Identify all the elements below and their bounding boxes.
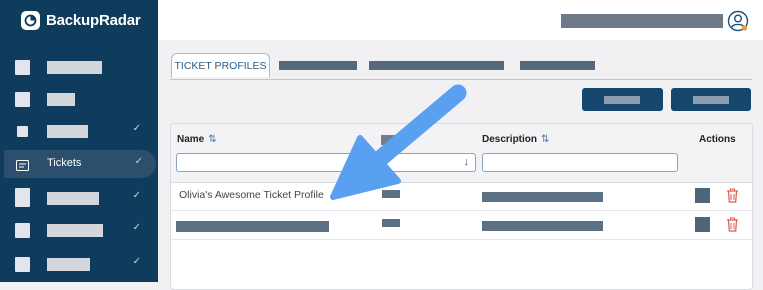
nav-icon xyxy=(15,257,30,272)
type-filter-select[interactable]: ↓ xyxy=(380,153,476,172)
nav-icon xyxy=(15,60,30,75)
edit-icon[interactable] xyxy=(695,188,710,203)
redacted-label xyxy=(47,125,88,138)
tab-redacted-2[interactable] xyxy=(369,61,504,70)
column-header-description[interactable]: Description ⇅ xyxy=(482,134,549,145)
sort-icon[interactable]: ⇅ xyxy=(208,134,216,145)
sidebar-item-label: Tickets xyxy=(47,157,82,169)
redacted-label xyxy=(47,224,103,237)
chevron-down-icon: ✓ xyxy=(132,123,141,134)
chevron-down-icon: ✓ xyxy=(134,156,143,167)
tab-redacted-1[interactable] xyxy=(279,61,357,70)
redacted-label xyxy=(47,61,102,74)
redacted-description xyxy=(482,221,603,231)
user-icon[interactable] xyxy=(727,10,749,37)
main-content: TICKET PROFILES Name ⇅ Description ⇅ Actio… xyxy=(158,40,763,290)
tab-bar: TICKET PROFILES xyxy=(170,53,752,80)
nav-icon xyxy=(15,188,30,207)
sidebar-item-2[interactable] xyxy=(0,85,158,113)
redacted-name xyxy=(176,221,329,232)
column-header-name[interactable]: Name ⇅ xyxy=(177,134,217,145)
trash-icon[interactable] xyxy=(726,217,739,237)
sidebar-item-tickets[interactable]: Tickets ✓ xyxy=(4,150,156,178)
sidebar-item-1[interactable] xyxy=(0,53,158,81)
top-bar xyxy=(158,0,763,40)
column-header-actions: Actions xyxy=(699,134,736,145)
brand-name: BackupRadar xyxy=(46,12,141,29)
sidebar-item-5[interactable]: ✓ xyxy=(0,184,158,212)
ticket-icon xyxy=(16,158,29,176)
redacted-type xyxy=(382,219,400,227)
redacted-label xyxy=(47,258,90,271)
table-row[interactable]: Olivia's Awesome Ticket Profile xyxy=(171,182,752,211)
sidebar-item-7[interactable]: ✓ xyxy=(0,250,158,278)
redacted-type xyxy=(382,190,400,198)
redacted-label xyxy=(47,192,99,205)
nav-icon xyxy=(15,223,30,238)
brand[interactable]: BackupRadar xyxy=(21,11,141,30)
action-button-1[interactable] xyxy=(582,88,663,111)
column-header-redacted[interactable] xyxy=(381,135,395,145)
profile-name[interactable]: Olivia's Awesome Ticket Profile xyxy=(179,189,324,201)
radar-logo-icon xyxy=(21,11,40,30)
sort-icon[interactable]: ⇅ xyxy=(541,134,549,145)
trash-icon[interactable] xyxy=(726,188,739,208)
table-header: Name ⇅ Description ⇅ Actions ↓ xyxy=(171,124,752,183)
name-filter-input[interactable] xyxy=(176,153,376,172)
chevron-down-icon: ✓ xyxy=(132,190,141,201)
description-filter-input[interactable] xyxy=(482,153,678,172)
sidebar-item-6[interactable]: ✓ xyxy=(0,216,158,244)
table-row[interactable] xyxy=(171,211,752,240)
redacted-description xyxy=(482,192,603,202)
edit-icon[interactable] xyxy=(695,217,710,232)
tab-redacted-3[interactable] xyxy=(520,61,595,70)
ticket-profiles-table: Name ⇅ Description ⇅ Actions ↓ Olivia's Aw… xyxy=(170,123,753,290)
redacted-user-name xyxy=(561,14,723,28)
column-header-label: Name xyxy=(177,134,205,145)
sidebar-item-3[interactable]: ✓ xyxy=(0,117,158,145)
nav-icon xyxy=(17,126,28,137)
redacted-label xyxy=(47,93,75,106)
chevron-down-icon: ✓ xyxy=(132,222,141,233)
sidebar: BackupRadar ✓ Tickets ✓ ✓ ✓ ✓ xyxy=(0,0,158,282)
action-button-2[interactable] xyxy=(671,88,751,111)
filter-arrow-icon: ↓ xyxy=(463,156,470,168)
tab-ticket-profiles[interactable]: TICKET PROFILES xyxy=(171,53,270,78)
chevron-down-icon: ✓ xyxy=(132,256,141,267)
column-header-label: Description xyxy=(482,134,538,145)
redacted-button-label xyxy=(604,96,640,104)
nav-icon xyxy=(15,92,30,107)
redacted-button-label xyxy=(693,96,729,104)
